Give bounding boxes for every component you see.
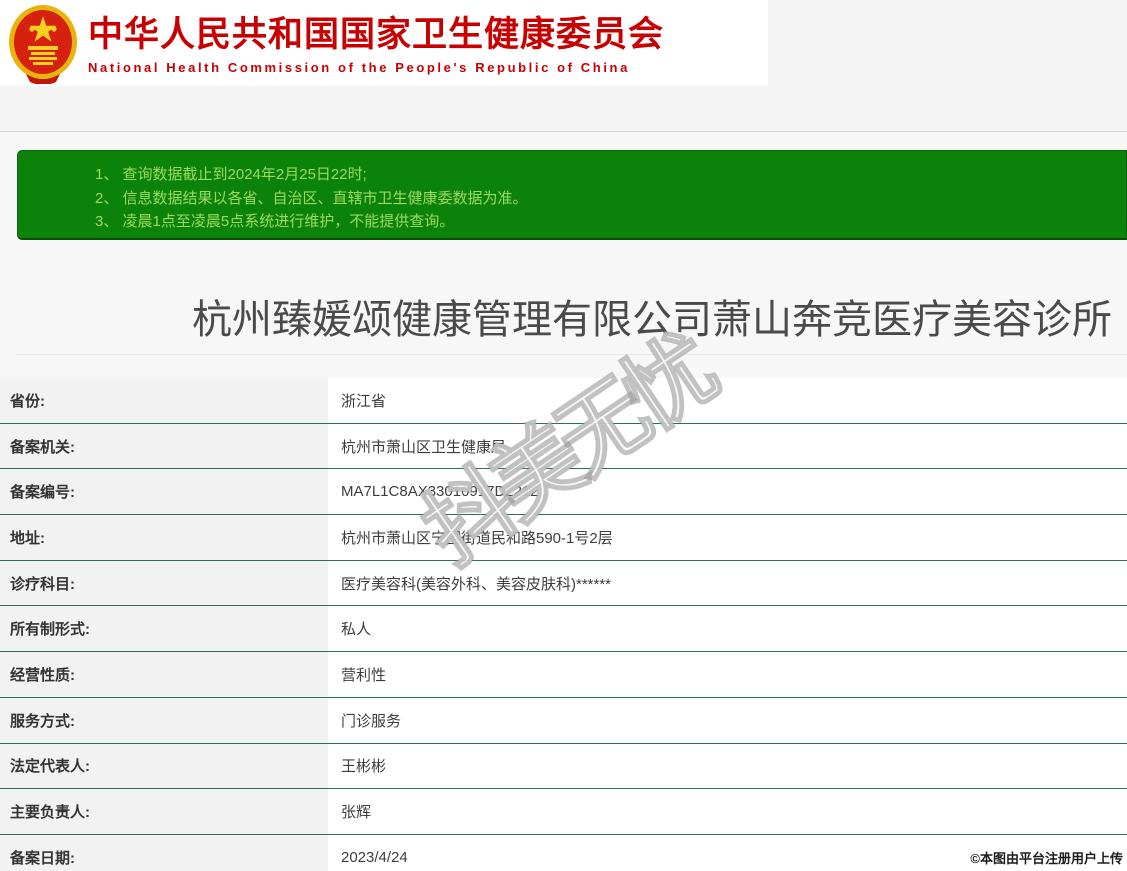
- field-label: 服务方式:: [0, 697, 328, 743]
- field-label: 所有制形式:: [0, 606, 328, 652]
- notice-line-1: 1、 查询数据截止到2024年2月25日22时;: [95, 166, 367, 183]
- table-row: 经营性质: 营利性: [0, 652, 1127, 698]
- table-row: 服务方式: 门诊服务: [0, 697, 1127, 744]
- field-label: 备案编号:: [0, 469, 328, 515]
- field-value: 营利性: [328, 652, 1127, 697]
- upload-attribution: ©本图由平台注册用户上传: [970, 851, 1123, 866]
- field-label: 地址:: [0, 515, 328, 560]
- field-value: 杭州市萧山区卫生健康局: [328, 423, 1127, 469]
- table-row: 诊疗科目: 医疗美容科(美容外科、美容皮肤科)******: [0, 560, 1127, 607]
- field-label: 法定代表人:: [0, 743, 328, 789]
- field-label: 主要负责人:: [0, 789, 328, 834]
- notice-box: 1、 查询数据截止到2024年2月25日22时; 2、 信息数据结果以各省、自治…: [17, 150, 1127, 240]
- china-national-emblem-icon: [9, 5, 77, 84]
- record-table: 省份: 浙江省 备案机关: 杭州市萧山区卫生健康局 备案编号: MA7L1C8A…: [0, 378, 1127, 871]
- site-header: 中华人民共和国国家卫生健康委员会 National Health Commiss…: [0, 0, 768, 86]
- site-title-chinese: 中华人民共和国国家卫生健康委员会: [88, 15, 665, 54]
- field-value: MA7L1C8AX33010917D2212: [328, 469, 1127, 515]
- field-value: 杭州市萧山区宁围街道民和路590-1号2层: [328, 515, 1127, 560]
- table-row: 地址: 杭州市萧山区宁围街道民和路590-1号2层: [0, 515, 1127, 561]
- notice-line-2: 2、 信息数据结果以各省、自治区、直辖市卫生健康委数据为准。: [95, 189, 528, 207]
- field-label: 经营性质:: [0, 652, 328, 697]
- table-row: 主要负责人: 张辉: [0, 789, 1127, 835]
- field-value: 门诊服务: [328, 697, 1127, 743]
- table-row: 法定代表人: 王彬彬: [0, 743, 1127, 790]
- table-row: 备案编号: MA7L1C8AX33010917D2212: [0, 469, 1127, 516]
- site-title-english: National Health Commission of the People…: [88, 60, 630, 75]
- field-label: 备案机关:: [0, 423, 328, 469]
- field-label: 诊疗科目:: [0, 560, 328, 606]
- header-titles: 中华人民共和国国家卫生健康委员会 National Health Commiss…: [88, 14, 664, 75]
- notice-line-3: 3、 凌晨1点至凌晨5点系统进行维护，不能提供查询。: [95, 213, 455, 230]
- field-label: 省份:: [0, 378, 328, 423]
- field-label: 备案日期:: [0, 834, 328, 871]
- table-row: 备案日期: 2023/4/24: [0, 834, 1127, 871]
- table-row: 省份: 浙江省: [0, 378, 1127, 424]
- table-row: 所有制形式: 私人: [0, 606, 1127, 653]
- table-row: 备案机关: 杭州市萧山区卫生健康局: [0, 423, 1127, 470]
- title-divider: [15, 354, 1127, 355]
- field-value: 王彬彬: [328, 743, 1127, 789]
- institution-title: 杭州臻媛颂健康管理有限公司萧山奔竞医疗美容诊所: [192, 298, 1112, 342]
- field-value: 张辉: [328, 789, 1127, 834]
- field-value: 医疗美容科(美容外科、美容皮肤科)******: [328, 560, 1127, 606]
- field-value: 浙江省: [328, 378, 1127, 423]
- field-value: 私人: [328, 606, 1127, 652]
